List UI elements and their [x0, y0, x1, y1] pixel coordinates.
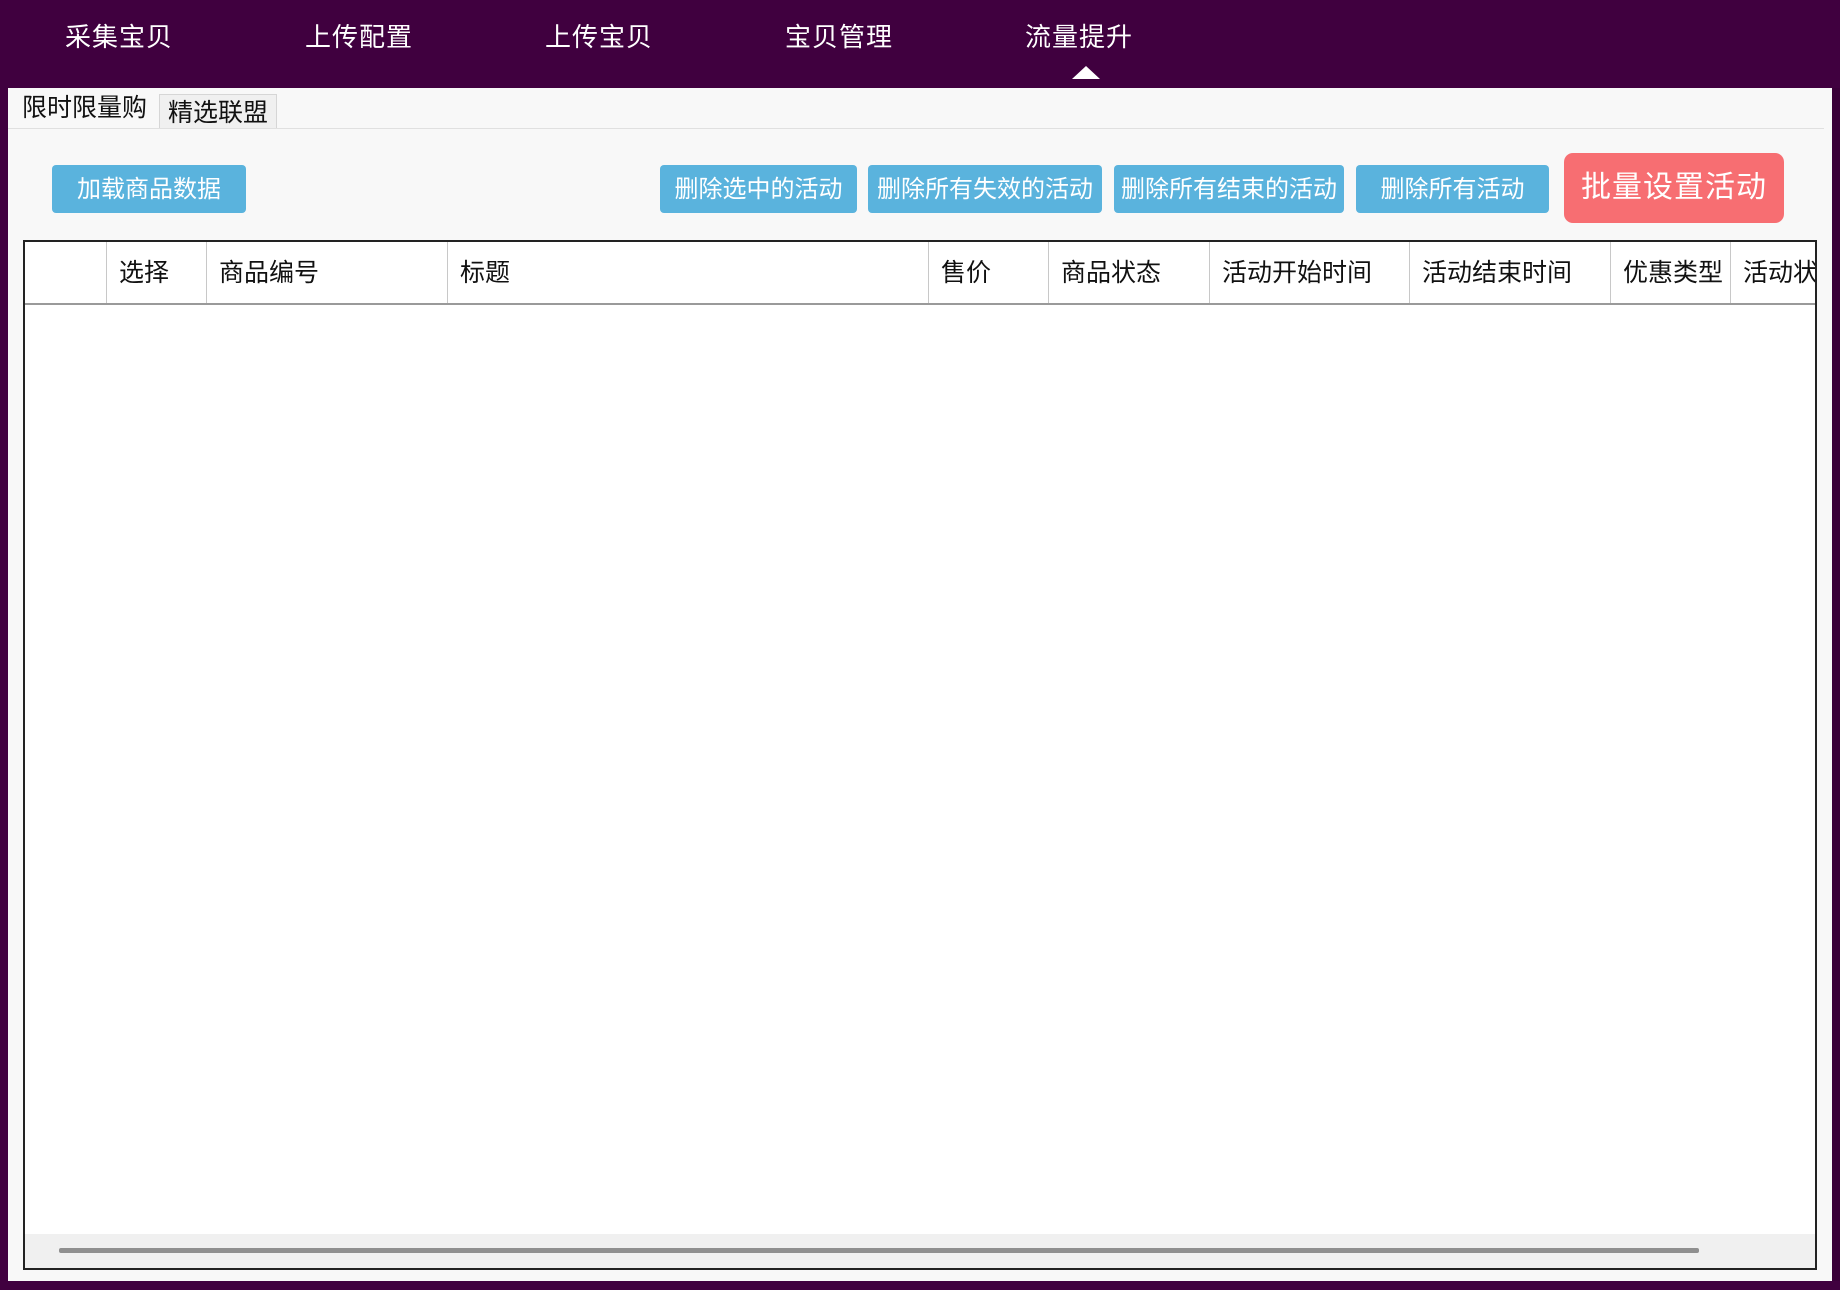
main-panel: 限时限量购 精选联盟 加载商品数据 删除选中的活动 删除所有失效的活动 删除所有…	[8, 88, 1832, 1281]
nav-tab-collect[interactable]: 采集宝贝	[29, 18, 209, 58]
nav-tab-upload-config[interactable]: 上传配置	[269, 18, 449, 58]
column-header-row-indicator[interactable]	[25, 242, 106, 303]
nav-tab-upload-items[interactable]: 上传宝贝	[509, 18, 689, 58]
column-header-discount-type[interactable]: 优惠类型	[1610, 242, 1730, 303]
delete-invalid-activities-button[interactable]: 删除所有失效的活动	[868, 165, 1102, 213]
subtab-selected-alliance[interactable]: 精选联盟	[159, 94, 278, 128]
active-tab-caret-icon	[1072, 66, 1100, 79]
table-body	[25, 305, 1815, 1235]
column-header-price[interactable]: 售价	[928, 242, 1048, 303]
delete-all-activities-button[interactable]: 删除所有活动	[1356, 165, 1549, 213]
column-header-activity-end-time[interactable]: 活动结束时间	[1409, 242, 1610, 303]
load-product-data-button[interactable]: 加载商品数据	[52, 165, 246, 213]
column-header-product-id[interactable]: 商品编号	[206, 242, 447, 303]
column-header-select[interactable]: 选择	[106, 242, 206, 303]
scrollbar-thumb[interactable]	[59, 1248, 1699, 1253]
activity-table: 选择 商品编号 标题 售价 商品状态 活动开始时间 活动结束时间 优惠类型 活动…	[23, 240, 1817, 1270]
horizontal-scrollbar[interactable]	[25, 1234, 1815, 1268]
column-header-title[interactable]: 标题	[447, 242, 928, 303]
table-header: 选择 商品编号 标题 售价 商品状态 活动开始时间 活动结束时间 优惠类型 活动…	[25, 242, 1815, 305]
window-right-edge	[1832, 88, 1840, 1281]
subtab-flash-sale[interactable]: 限时限量购	[14, 90, 156, 126]
sub-tab-bar: 限时限量购 精选联盟	[8, 88, 1824, 129]
delete-selected-activity-button[interactable]: 删除选中的活动	[660, 165, 857, 213]
nav-tab-traffic-boost[interactable]: 流量提升	[989, 18, 1169, 58]
top-navigation: 采集宝贝 上传配置 上传宝贝 宝贝管理 流量提升	[0, 0, 1840, 88]
column-header-activity-start-time[interactable]: 活动开始时间	[1209, 242, 1409, 303]
delete-ended-activities-button[interactable]: 删除所有结束的活动	[1114, 165, 1344, 213]
nav-tab-item-management[interactable]: 宝贝管理	[749, 18, 929, 58]
column-header-product-status[interactable]: 商品状态	[1048, 242, 1209, 303]
batch-set-activity-button[interactable]: 批量设置活动	[1564, 153, 1784, 223]
column-header-activity-status[interactable]: 活动状态	[1730, 242, 1815, 303]
